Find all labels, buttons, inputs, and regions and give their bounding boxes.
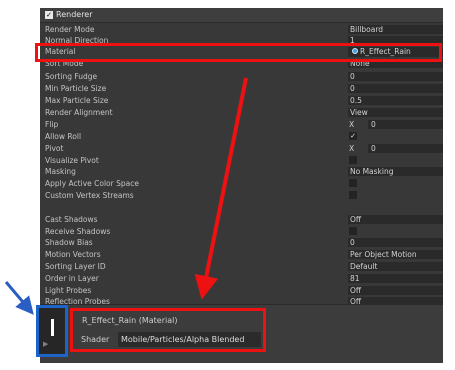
property-field[interactable] [348,96,443,105]
property-value: 0 [371,144,376,153]
property-row [40,202,443,213]
shader-label: Shader [81,335,110,344]
axis-label: X [349,120,355,129]
property-label: Motion Vectors [45,250,101,259]
property-row: Order in Layer 81 [40,273,443,284]
renderer-title: Renderer [56,10,93,19]
property-checkbox[interactable]: ✓ [349,132,357,140]
property-label: Custom Vertex Streams [45,191,134,200]
property-row: Light Probes Off [40,285,443,296]
property-label: Min Particle Size [45,84,107,93]
property-row: Cast Shadows Off [40,214,443,225]
property-value: Off [350,215,362,224]
property-row: Allow Roll ✓ [40,131,443,142]
property-row: Visualize Pivot [40,155,443,166]
property-label: Pivot [45,144,64,153]
property-value: Off [350,286,362,295]
property-value: Per Object Motion [350,250,417,259]
property-label: Receive Shadows [45,227,111,236]
play-icon: ▶ [43,340,49,348]
property-row: Sorting Fudge 0 [40,71,443,82]
property-value: 0.5 [350,96,362,105]
property-row: Flip X 0 [40,119,443,130]
renderer-header[interactable]: ✓ Renderer [40,8,443,23]
property-field[interactable] [348,84,443,93]
renderer-enabled-checkbox[interactable]: ✓ [45,11,53,19]
material-row-highlight [35,43,442,62]
blue-arrow [4,281,34,315]
property-row: Masking No Masking [40,166,443,177]
material-title: R_Effect_Rain (Material) [82,316,178,325]
property-field[interactable] [368,144,443,153]
property-row: Render Mode Billboard [40,24,443,35]
property-row: Receive Shadows [40,226,443,237]
property-label: Sorting Layer ID [45,262,106,271]
property-row: Motion Vectors Per Object Motion [40,249,443,260]
property-checkbox[interactable] [349,179,357,187]
property-label: Order in Layer [45,274,99,283]
property-row: Apply Active Color Space [40,178,443,189]
property-label: Light Probes [45,286,92,295]
property-label: Render Mode [45,25,95,34]
property-row: Min Particle Size 0 [40,83,443,94]
property-value: View [350,108,368,117]
property-label: Cast Shadows [45,215,98,224]
property-label: Flip [45,120,59,129]
material-preview-icon [51,319,54,336]
property-row: Custom Vertex Streams [40,190,443,201]
shader-dropdown[interactable]: Mobile/Particles/Alpha Blended [118,332,261,347]
property-row: Max Particle Size 0.5 [40,95,443,106]
property-label: Allow Roll [45,132,82,141]
property-label: Render Alignment [45,108,113,117]
property-value: 0 [350,238,355,247]
property-row: Pivot X 0 [40,143,443,154]
property-label: Apply Active Color Space [45,179,139,188]
property-label: Max Particle Size [45,96,109,105]
axis-label: X [349,144,355,153]
property-label: Sorting Fudge [45,72,98,81]
property-field[interactable] [368,120,443,129]
property-value: 0 [371,120,376,129]
property-row: Sorting Layer ID Default [40,261,443,272]
property-value: 0 [350,72,355,81]
property-value: Default [350,262,378,271]
material-preview[interactable]: ▶ [36,305,68,357]
property-value: 0 [350,84,355,93]
property-value: 81 [350,274,360,283]
property-row: Render Alignment View [40,107,443,118]
property-value: No Masking [350,167,394,176]
property-checkbox[interactable] [349,227,357,235]
property-checkbox[interactable] [349,156,357,164]
property-field[interactable] [348,238,443,247]
property-label: Masking [45,167,76,176]
property-field[interactable] [348,286,443,295]
property-field[interactable] [348,215,443,224]
property-field[interactable] [348,274,443,283]
property-row: Shadow Bias 0 [40,237,443,248]
property-label: Shadow Bias [45,238,93,247]
property-field[interactable] [348,72,443,81]
property-label: Visualize Pivot [45,156,99,165]
property-checkbox[interactable] [349,191,357,199]
property-value: Billboard [350,25,384,34]
